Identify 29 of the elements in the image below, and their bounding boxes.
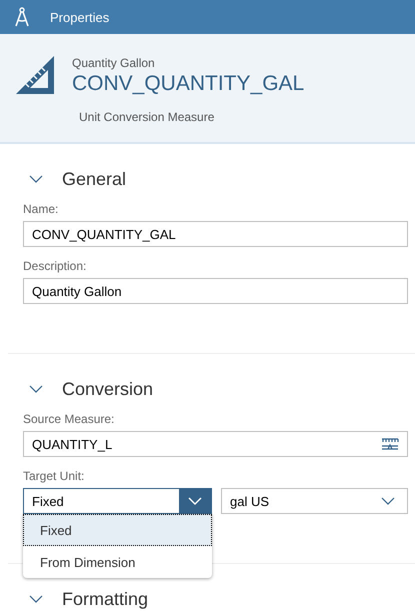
- select-value: Fixed: [31, 494, 65, 508]
- object-title: CONV_QUANTITY_GAL: [72, 72, 304, 96]
- field-label: Name:: [23, 202, 60, 216]
- panel-title: Properties: [50, 10, 110, 24]
- field-label: Description:: [23, 259, 88, 273]
- dropdown-option[interactable]: From Dimension: [23, 546, 212, 578]
- dropdown-button[interactable]: [179, 489, 211, 513]
- object-type: Unit Conversion Measure: [79, 110, 216, 124]
- select-field[interactable]: gal US: [221, 488, 408, 514]
- chevron-down-icon: [381, 497, 395, 505]
- object-subtitle: Quantity Gallon: [72, 56, 156, 70]
- input-field[interactable]: Quantity Gallon: [23, 278, 408, 304]
- section-title[interactable]: Conversion: [62, 378, 154, 400]
- field-label: Source Measure:: [23, 412, 116, 426]
- compass-icon: [14, 7, 30, 27]
- chevron-down-icon: [188, 497, 202, 505]
- field-value: QUANTITY_L: [32, 436, 112, 452]
- chevron-icon[interactable]: [29, 595, 43, 603]
- input-field[interactable]: QUANTITY_L: [23, 431, 408, 457]
- chevron-icon[interactable]: [29, 175, 43, 183]
- field-label: Target Unit:: [23, 469, 86, 483]
- section-title[interactable]: General: [62, 168, 126, 190]
- input-field[interactable]: CONV_QUANTITY_GAL: [23, 221, 408, 247]
- ruler-icon[interactable]: [381, 438, 399, 450]
- dropdown-option[interactable]: Fixed: [23, 514, 212, 546]
- chevron-icon[interactable]: [29, 385, 43, 393]
- select-field[interactable]: Fixed: [23, 488, 212, 514]
- section-title[interactable]: Formatting: [62, 588, 148, 610]
- select-value: gal US: [229, 494, 270, 508]
